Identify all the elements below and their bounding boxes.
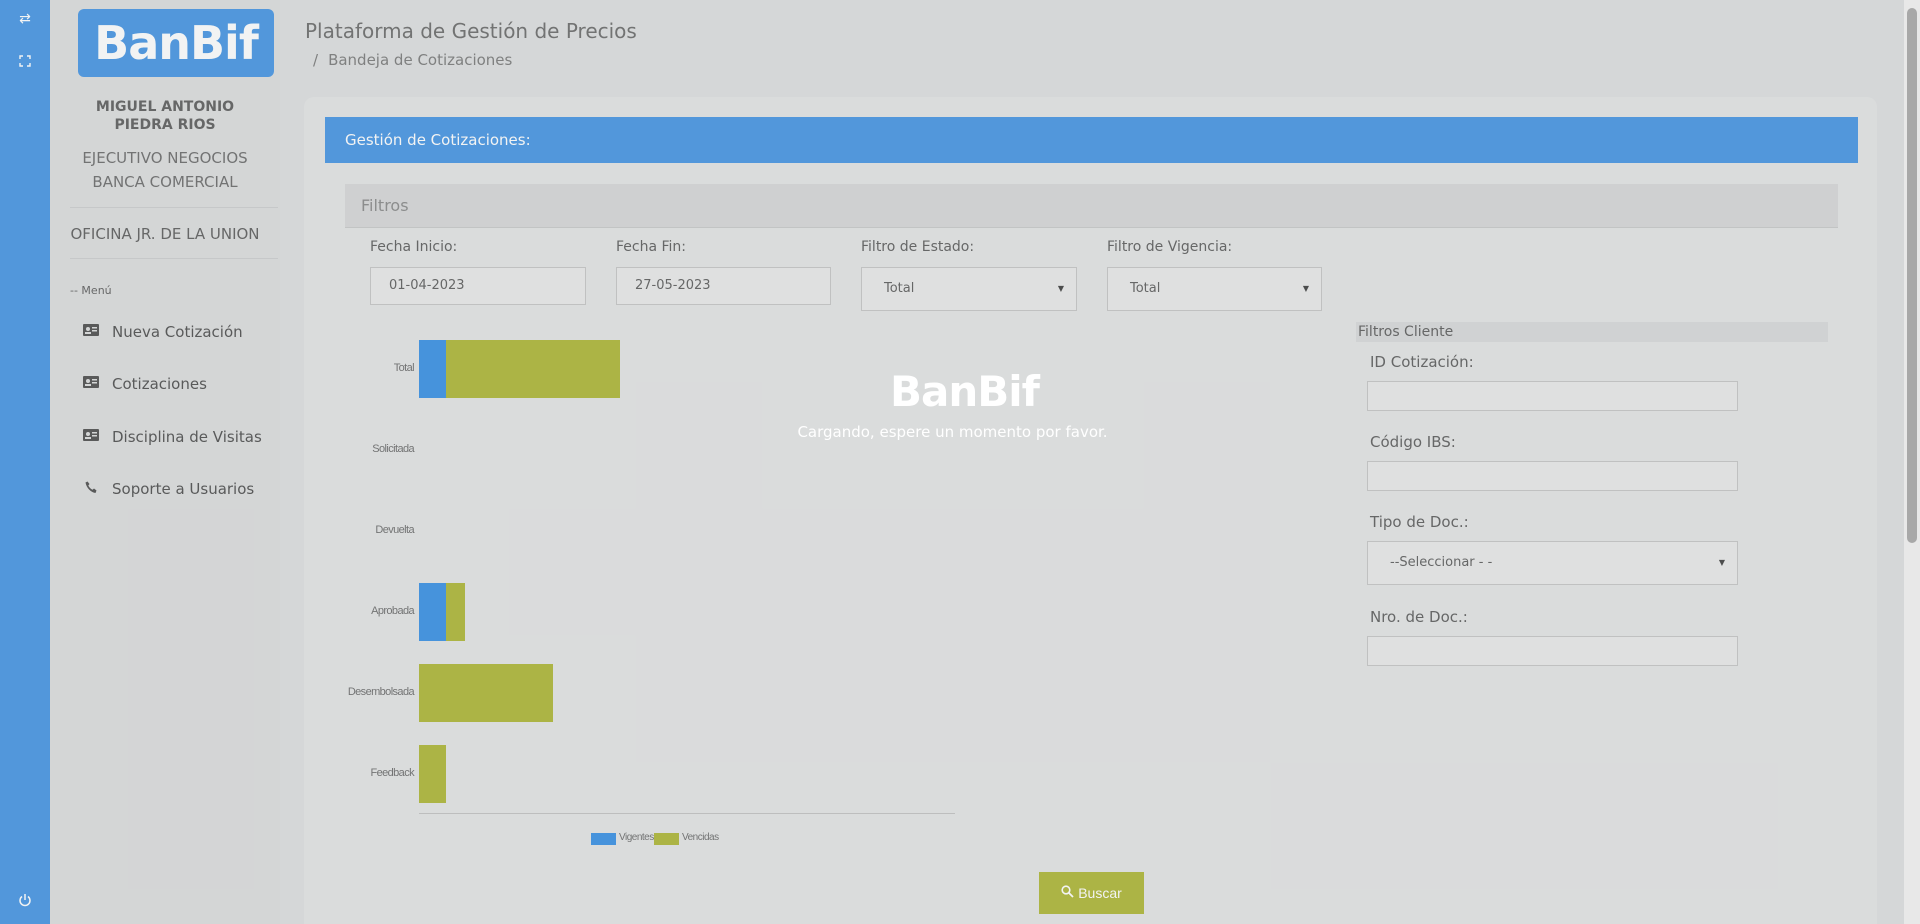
user-name: MIGUEL ANTONIO PIEDRA RIOS bbox=[95, 99, 235, 133]
tipo-doc-selected-value: --Seleccionar - - bbox=[1390, 555, 1493, 570]
category-label: Total bbox=[393, 362, 415, 374]
client-filters-title: Filtros Cliente bbox=[1356, 322, 1828, 342]
office-name: OFICINA JR. DE LA UNION bbox=[70, 225, 260, 243]
category-label: Devuelta bbox=[375, 524, 414, 536]
icon-rail: ⇄ bbox=[0, 0, 50, 924]
category-label: Aprobada bbox=[371, 605, 415, 617]
estado-selected-value: Total bbox=[884, 281, 915, 296]
fecha-fin-label: Fecha Fin: bbox=[616, 239, 687, 255]
logo-text: BanBif bbox=[94, 16, 259, 70]
tipo-doc-label: Tipo de Doc.: bbox=[1370, 513, 1469, 531]
menu-item-label: Cotizaciones bbox=[112, 375, 207, 393]
fecha-inicio-input[interactable]: 01-04-2023 bbox=[370, 267, 586, 305]
divider bbox=[70, 258, 278, 259]
vigencia-selected-value: Total bbox=[1130, 281, 1161, 296]
menu-item-cotizaciones[interactable]: Cotizaciones bbox=[82, 369, 207, 399]
brand-logo[interactable]: BanBif bbox=[78, 9, 274, 77]
page-title: Plataforma de Gestión de Precios bbox=[305, 19, 637, 43]
fecha-inicio-label: Fecha Inicio: bbox=[370, 239, 458, 255]
menu-item-soporte-usuarios[interactable]: Soporte a Usuarios bbox=[82, 474, 254, 504]
legend-swatch bbox=[654, 833, 679, 845]
divider bbox=[70, 207, 278, 208]
legend-label: Vigentes bbox=[619, 832, 654, 843]
loading-logo: BanBif bbox=[890, 367, 1040, 416]
id-card-icon bbox=[82, 429, 100, 445]
scrollbar-thumb[interactable] bbox=[1907, 8, 1917, 543]
x-axis-line bbox=[419, 813, 955, 814]
status-bar-chart: Total Solicitada Devuelta Aprobada Desembols… bbox=[340, 330, 960, 860]
breadcrumb-current[interactable]: Bandeja de Cotizaciones bbox=[328, 51, 512, 69]
swap-arrows-icon[interactable]: ⇄ bbox=[15, 9, 35, 29]
vigencia-select[interactable]: Total ▼ bbox=[1107, 267, 1322, 311]
vertical-scrollbar[interactable] bbox=[1904, 0, 1920, 924]
bar-vencidas[interactable] bbox=[445, 340, 620, 398]
fullscreen-icon[interactable] bbox=[15, 51, 35, 71]
legend-label: Vencidas bbox=[682, 832, 719, 843]
codigo-ibs-input[interactable] bbox=[1367, 461, 1738, 491]
vigencia-label: Filtro de Vigencia: bbox=[1107, 239, 1233, 255]
search-icon bbox=[1061, 885, 1074, 901]
id-card-icon bbox=[82, 376, 100, 392]
category-label: Feedback bbox=[370, 767, 414, 779]
sidebar: BanBif MIGUEL ANTONIO PIEDRA RIOS EJECUT… bbox=[50, 0, 280, 924]
bar-vencidas[interactable] bbox=[445, 583, 465, 641]
filters-section-title: Filtros bbox=[345, 184, 1838, 228]
id-cotizacion-label: ID Cotización: bbox=[1370, 353, 1474, 371]
chevron-down-icon: ▼ bbox=[1302, 284, 1309, 293]
estado-label: Filtro de Estado: bbox=[861, 239, 975, 255]
codigo-ibs-label: Código IBS: bbox=[1370, 433, 1456, 451]
bar-vencidas[interactable] bbox=[419, 745, 446, 803]
role-line-2: BANCA COMERCIAL bbox=[92, 173, 238, 191]
nro-doc-label: Nro. de Doc.: bbox=[1370, 608, 1468, 626]
menu-item-nueva-cotizacion[interactable]: Nueva Cotización bbox=[82, 317, 243, 347]
bar-vencidas[interactable] bbox=[419, 664, 553, 722]
menu-caption: -- Menú bbox=[70, 284, 112, 297]
role-line-1: EJECUTIVO NEGOCIOS bbox=[82, 149, 248, 167]
legend-swatch bbox=[591, 833, 616, 845]
card-header: Gestión de Cotizaciones: bbox=[325, 117, 1858, 163]
chevron-down-icon: ▼ bbox=[1718, 558, 1725, 567]
tipo-doc-select[interactable]: --Seleccionar - - ▼ bbox=[1367, 541, 1738, 585]
breadcrumb: / Bandeja de Cotizaciones bbox=[313, 51, 512, 69]
id-cotizacion-input[interactable] bbox=[1367, 381, 1738, 411]
phone-icon bbox=[82, 481, 100, 498]
menu-item-label: Nueva Cotización bbox=[112, 323, 243, 341]
loading-message: Cargando, espere un momento por favor. bbox=[797, 423, 1108, 441]
menu-item-label: Soporte a Usuarios bbox=[112, 480, 255, 498]
bar-vigentes[interactable] bbox=[419, 583, 446, 641]
fecha-fin-input[interactable]: 27-05-2023 bbox=[616, 267, 831, 305]
breadcrumb-separator: / bbox=[313, 51, 319, 69]
menu-item-label: Disciplina de Visitas bbox=[112, 428, 262, 446]
nro-doc-input[interactable] bbox=[1367, 636, 1738, 666]
estado-select[interactable]: Total ▼ bbox=[861, 267, 1077, 311]
category-label: Solicitada bbox=[372, 443, 414, 455]
search-button[interactable]: Buscar bbox=[1039, 872, 1144, 914]
bar-vigentes[interactable] bbox=[419, 340, 446, 398]
id-card-icon bbox=[82, 324, 100, 340]
search-button-label: Buscar bbox=[1078, 885, 1122, 901]
menu-item-disciplina-visitas[interactable]: Disciplina de Visitas bbox=[82, 422, 262, 452]
user-role: EJECUTIVO NEGOCIOS BANCA COMERCIAL bbox=[60, 146, 270, 194]
category-label: Desembolsada bbox=[347, 686, 415, 698]
chevron-down-icon: ▼ bbox=[1057, 284, 1064, 293]
power-icon[interactable] bbox=[15, 890, 35, 910]
